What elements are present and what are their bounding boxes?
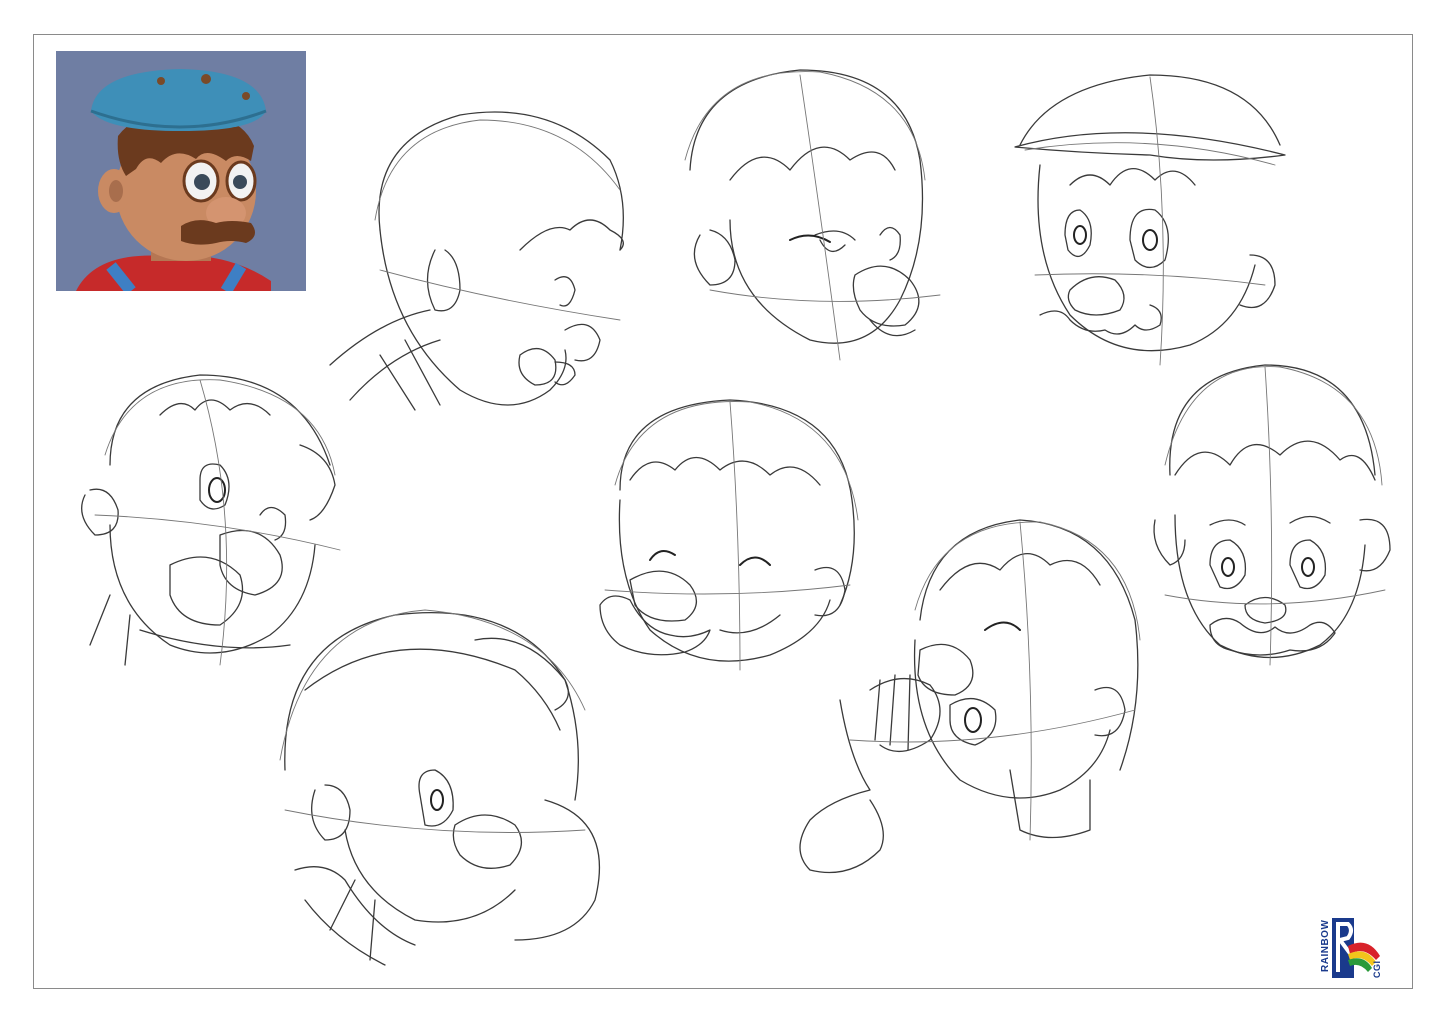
logo-brand-top: RAINBOW <box>1320 919 1331 972</box>
head-sketch-whistling-hand-icon <box>799 519 1141 874</box>
rainbow-cgi-logo: RAINBOW CGI <box>1318 916 1384 982</box>
head-sketch-whistling-hand <box>790 510 1141 900</box>
head-sketch-worried-front <box>1150 355 1395 675</box>
head-sketch-with-cap-icon <box>1014 74 1286 366</box>
head-sketch-profile-right <box>320 100 640 430</box>
logo-brand-bottom: CGI <box>1372 960 1382 978</box>
head-sketch-profile-right-icon <box>329 111 624 411</box>
reference-render-image <box>56 51 306 291</box>
head-sketch-worried-front-icon <box>1153 364 1391 666</box>
head-sketch-looking-down-icon <box>279 609 601 966</box>
head-sketch-three-quarter-down <box>670 60 950 370</box>
head-sketch-three-quarter-down-icon <box>684 69 941 361</box>
character-3d-render-icon <box>56 51 306 291</box>
head-sketch-with-cap <box>1010 55 1290 375</box>
head-sketch-looking-down <box>275 600 605 970</box>
